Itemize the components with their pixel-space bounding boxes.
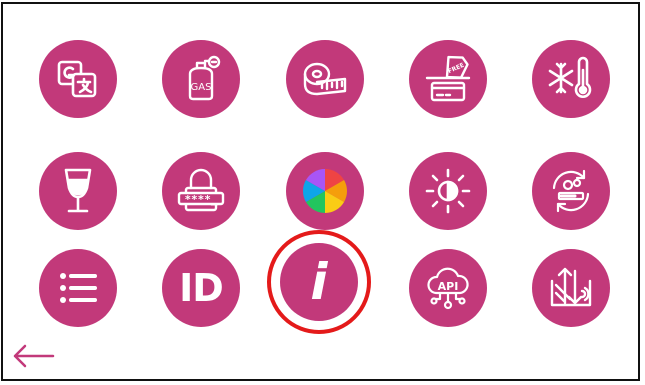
gas-cylinder-icon: GAS	[188, 55, 221, 101]
brightness-contrast-icon	[425, 168, 471, 214]
translate-icon	[57, 60, 97, 98]
color-tile[interactable]	[286, 152, 364, 230]
data-transfer-tile[interactable]	[532, 249, 610, 327]
settings-update-icon	[552, 169, 590, 213]
back-arrow-icon	[13, 344, 55, 368]
id-icon: ID	[179, 266, 224, 310]
password-lock-icon: ****_	[177, 168, 225, 212]
measuring-tape-tile[interactable]	[286, 40, 364, 118]
brightness-tile[interactable]	[409, 152, 487, 230]
wine-glass-icon	[64, 168, 92, 213]
temperature-tile[interactable]	[532, 40, 610, 118]
api-tile[interactable]: API	[409, 249, 487, 327]
free-card-payment-icon: FREE	[425, 55, 471, 102]
back-button[interactable]	[11, 341, 57, 371]
wine-tile[interactable]	[39, 152, 117, 230]
list-icon	[60, 273, 97, 303]
password-mask-label: ****_	[184, 193, 217, 206]
api-label: API	[438, 280, 459, 293]
gas-tile[interactable]: GAS	[162, 40, 240, 118]
info-icon: i	[310, 253, 328, 311]
api-cloud-icon: API	[427, 267, 469, 310]
translate-tile[interactable]	[39, 40, 117, 118]
password-tile[interactable]: ****_	[162, 152, 240, 230]
data-transfer-icon	[550, 267, 592, 307]
screen-frame: GAS FREE ****_ ID i API	[1, 2, 640, 381]
id-tile[interactable]: ID	[162, 249, 240, 327]
menu-list-tile[interactable]	[39, 249, 117, 327]
measuring-tape-icon	[303, 62, 347, 96]
color-wheel-icon	[303, 169, 347, 213]
info-tile[interactable]: i	[280, 243, 358, 321]
snowflake-thermometer-icon	[548, 56, 592, 98]
icon-grid: GAS FREE ****_ ID i API	[3, 4, 638, 379]
payment-tile[interactable]: FREE	[409, 40, 487, 118]
gas-label: GAS	[191, 82, 212, 93]
update-settings-tile[interactable]	[532, 152, 610, 230]
